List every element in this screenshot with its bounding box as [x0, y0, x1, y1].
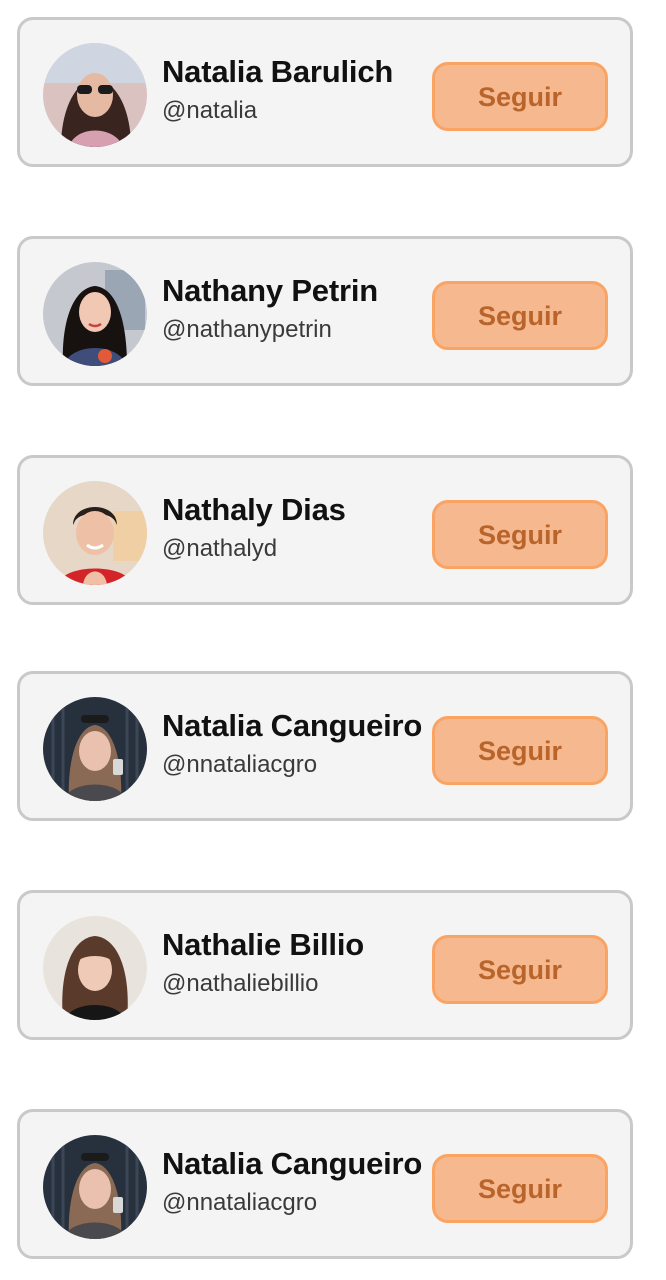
follow-button[interactable]: Seguir	[432, 935, 608, 1004]
user-handle: @nathanypetrin	[162, 316, 332, 343]
user-card: Natalia Cangueiro @nnataliacgro Seguir	[17, 1109, 633, 1259]
follow-button[interactable]: Seguir	[432, 716, 608, 785]
user-name: Natalia Barulich	[162, 54, 394, 89]
follow-button[interactable]: Seguir	[432, 62, 608, 131]
avatar[interactable]	[43, 43, 147, 147]
user-handle: @nnataliacgro	[162, 1189, 318, 1216]
user-handle: @nnataliacgro	[162, 751, 318, 778]
user-card: Nathalie Billio @nathaliebillio Seguir	[17, 890, 633, 1040]
user-name: Natalia Cangueiro	[162, 708, 423, 743]
user-name: Nathany Petrin	[162, 273, 378, 308]
avatar[interactable]	[43, 916, 147, 1020]
user-card: Natalia Cangueiro @nnataliacgro Seguir	[17, 671, 633, 821]
follow-button[interactable]: Seguir	[432, 500, 608, 569]
user-name: Nathaly Dias	[162, 492, 346, 527]
user-name: Nathalie Billio	[162, 927, 364, 962]
user-name: Natalia Cangueiro	[162, 1146, 423, 1181]
avatar[interactable]	[43, 481, 147, 585]
user-card: Nathaly Dias @nathalyd Seguir	[17, 455, 633, 605]
user-card: Nathany Petrin @nathanypetrin Seguir	[17, 236, 633, 386]
user-handle: @nathalyd	[162, 535, 278, 562]
follow-button[interactable]: Seguir	[432, 1154, 608, 1223]
user-handle: @nathaliebillio	[162, 970, 319, 997]
avatar[interactable]	[43, 697, 147, 801]
user-card: Natalia Barulich @natalia Seguir	[17, 17, 633, 167]
avatar[interactable]	[43, 1135, 147, 1239]
follow-button[interactable]: Seguir	[432, 281, 608, 350]
avatar[interactable]	[43, 262, 147, 366]
user-handle: @natalia	[162, 97, 258, 124]
